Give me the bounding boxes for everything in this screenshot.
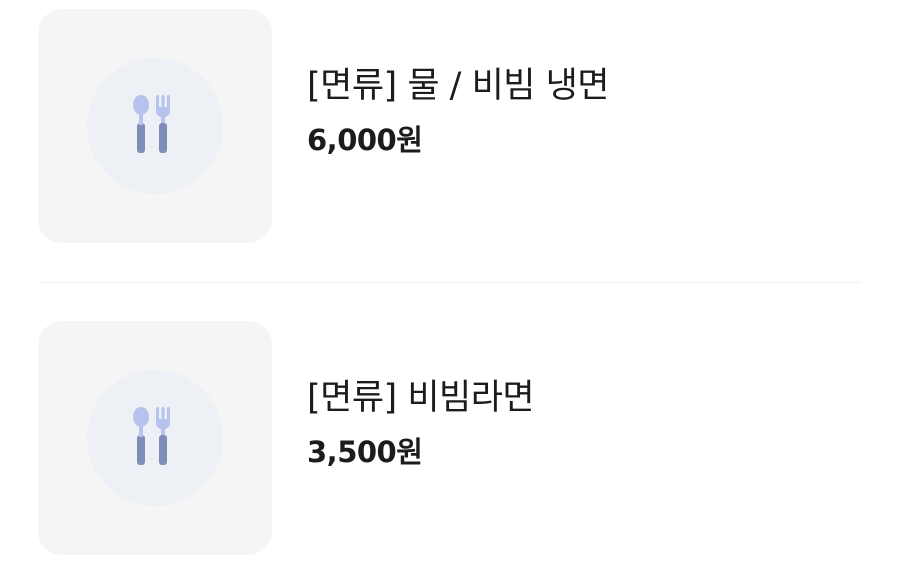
divider (38, 282, 861, 283)
menu-item-thumbnail (38, 321, 272, 555)
thumbnail-placeholder-circle (87, 58, 223, 194)
menu-item-info: [면류] 비빔라면 3,500원 (307, 376, 535, 500)
menu-item-thumbnail (38, 9, 272, 243)
menu-item-price: 3,500원 (307, 435, 423, 469)
thumbnail-placeholder-circle (87, 370, 223, 506)
menu-item-name: [면류] 물 / 비빔 냉면 (307, 66, 610, 106)
fork-spoon-icon (133, 407, 170, 465)
menu-item-name: [면류] 비빔라면 (307, 378, 535, 418)
menu-item[interactable]: [면류] 비빔라면 3,500원 (38, 321, 861, 555)
menu-item[interactable]: [면류] 물 / 비빔 냉면 6,000원 (38, 9, 861, 243)
menu-item-price: 6,000원 (307, 123, 423, 157)
fork-spoon-icon (133, 95, 170, 153)
menu-item-info: [면류] 물 / 비빔 냉면 6,000원 (307, 64, 610, 188)
